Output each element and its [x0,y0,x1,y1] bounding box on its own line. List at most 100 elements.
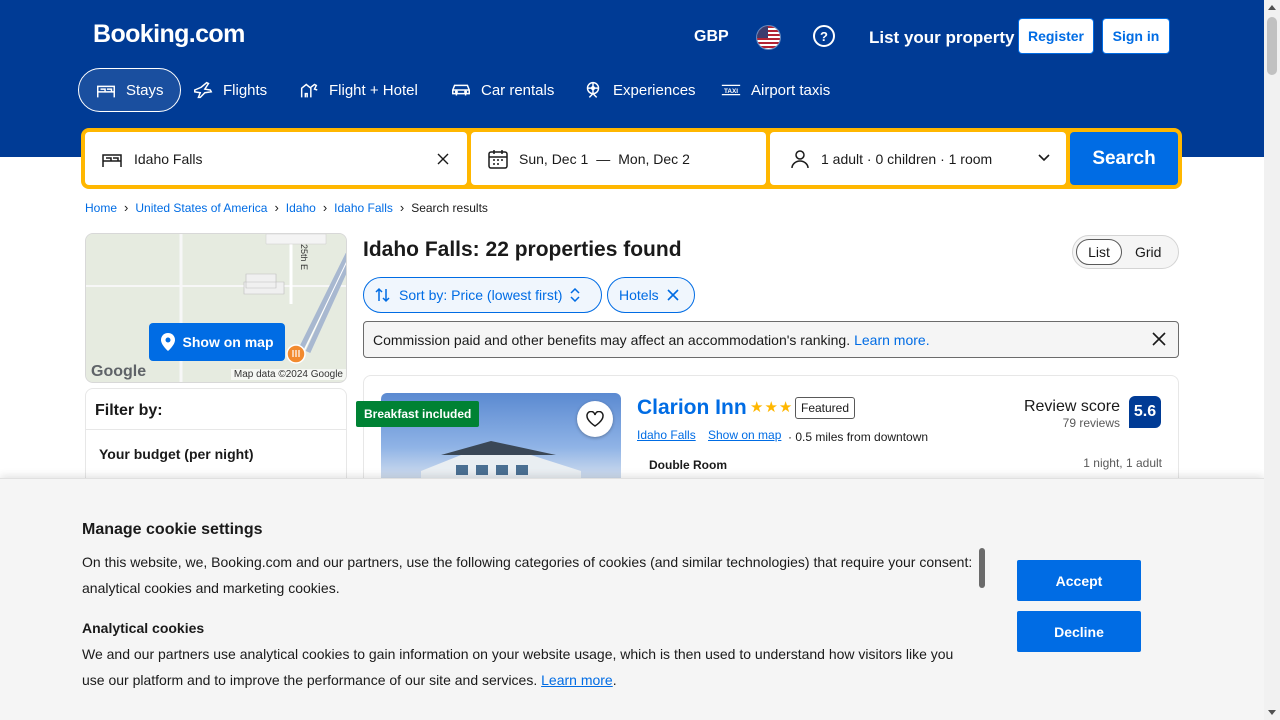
tab-label: Car rentals [481,81,555,99]
chevron-right-icon: › [274,200,279,215]
distance-value: 0.5 miles from downtown [795,430,929,444]
tab-experiences[interactable]: Experiences [566,68,712,112]
analytical-cookies-text: We and our partners use analytical cooki… [82,641,977,693]
tab-label: Airport taxis [751,81,831,99]
search-button[interactable]: Search [1070,132,1178,185]
review-score-badge: 5.6 [1129,396,1161,428]
page-scrollbar[interactable] [1264,0,1280,720]
sign-in-button[interactable]: Sign in [1102,18,1170,54]
close-icon[interactable] [1152,332,1166,346]
heart-icon [586,411,604,427]
divider [86,429,346,430]
destination-input[interactable]: Idaho Falls [134,151,202,167]
hotel-location-link[interactable]: Idaho Falls [637,428,696,442]
currency-selector[interactable]: GBP [694,28,729,46]
view-grid-button[interactable]: Grid [1135,244,1161,260]
tab-flights[interactable]: Flights [176,68,283,112]
tab-car-rentals[interactable]: Car rentals [434,68,570,112]
hotel-name-link[interactable]: Clarion Inn [637,396,747,420]
sort-label: Sort by: Price (lowest first) [399,287,563,303]
person-icon [791,149,809,168]
search-bar: Idaho Falls Sun, Dec 1 — Mon, Dec 2 1 ad… [81,128,1182,189]
cookie-scrollbar[interactable] [979,548,985,588]
car-icon [452,84,470,96]
booking-logo[interactable]: Booking.com [93,20,245,49]
chevron-updown-icon [570,288,580,302]
breakfast-badge: Breakfast included [356,401,480,427]
guests-field[interactable]: 1 adult · 0 children · 1 room [770,132,1066,185]
accept-cookies-button[interactable]: Accept [1017,560,1141,601]
dates-field[interactable]: Sun, Dec 1 — Mon, Dec 2 [471,132,766,185]
calendar-icon [488,149,508,169]
cookie-period: . [612,672,617,688]
cookie-title: Manage cookie settings [82,521,263,538]
check-out-date: Mon, Dec 2 [618,150,690,167]
view-toggle: List Grid [1072,235,1179,269]
map-road-label: 25th E [299,244,309,270]
guests-summary: 1 adult · 0 children · 1 room [821,150,993,167]
results-title: Idaho Falls: 22 properties found [363,238,682,261]
chevron-down-icon [1038,154,1050,162]
analytical-cookies-body: We and our partners use analytical cooki… [82,646,954,688]
review-score-label: Review score [1023,398,1120,415]
star-rating: ★★★ [750,399,794,416]
tab-label: Flights [223,81,268,99]
budget-heading: Your budget (per night) [99,446,254,462]
cookie-banner: Manage cookie settings On this website, … [0,478,1264,720]
scrollbar-thumb[interactable] [1267,17,1277,75]
check-in-date: Sun, Dec 1 [519,150,589,167]
cookie-description: On this website, we, Booking.com and our… [82,554,973,596]
tab-airport-taxis[interactable]: TAXI Airport taxis [704,68,846,112]
register-button[interactable]: Register [1018,18,1094,54]
breadcrumb-current: Search results [411,200,488,215]
tab-label: Stays [126,81,164,99]
bed-icon [102,153,122,167]
favorite-button[interactable] [577,401,613,437]
notice-learn-more-link[interactable]: Learn more. [854,332,929,348]
date-separator: — [596,150,611,167]
svg-text:TAXI: TAXI [724,88,738,95]
help-icon[interactable]: ? [813,25,835,47]
list-property-link[interactable]: List your property [869,28,1014,48]
featured-badge: Featured [795,397,856,419]
ranking-notice: Commission paid and other benefits may a… [363,321,1179,358]
view-list-button[interactable]: List [1076,239,1122,265]
breadcrumb-city[interactable]: Idaho Falls [334,201,393,215]
language-flag-icon[interactable] [756,25,781,50]
breadcrumb-state[interactable]: Idaho [286,201,316,215]
distance-text: · 0.5 miles from downtown [788,430,929,444]
decline-cookies-button[interactable]: Decline [1017,611,1141,652]
stay-summary: 1 night, 1 adult [1083,456,1162,470]
close-icon[interactable] [667,289,679,301]
sort-arrows-icon [375,287,390,303]
breadcrumb-home[interactable]: Home [85,201,117,215]
flight-hotel-icon [300,83,318,98]
plane-icon [194,81,213,99]
hotels-filter-chip[interactable]: Hotels [607,277,695,313]
show-on-map-label: Show on map [182,334,274,350]
bed-icon [97,85,115,98]
tab-label: Experiences [613,81,696,99]
google-logo: Google [91,363,147,380]
chip-label: Hotels [619,287,659,303]
cookie-learn-more-link[interactable]: Learn more [541,672,613,688]
analytical-cookies-heading: Analytical cookies [82,620,205,636]
chevron-right-icon: › [322,200,328,215]
scroll-down-arrow-icon[interactable] [1268,710,1276,715]
tab-flight-hotel[interactable]: Flight + Hotel [282,68,434,112]
scroll-up-arrow-icon[interactable] [1268,5,1276,10]
tab-stays[interactable]: Stays [78,68,181,112]
destination-field[interactable]: Idaho Falls [85,132,467,185]
room-type: Double Room [649,458,727,472]
map-preview[interactable]: 25th E Show on map Google Map data ©2024… [85,233,347,383]
chevron-right-icon: › [399,200,405,215]
notice-text: Commission paid and other benefits may a… [373,331,851,348]
breadcrumb-country[interactable]: United States of America [135,201,267,215]
chevron-right-icon: › [124,200,129,215]
sort-button[interactable]: Sort by: Price (lowest first) [363,277,602,313]
filter-title: Filter by: [95,402,163,419]
tab-label: Flight + Hotel [329,81,418,99]
clear-icon[interactable] [437,153,449,165]
show-on-map-button[interactable]: Show on map [149,323,285,361]
hotel-show-on-map-link[interactable]: Show on map [708,428,781,442]
